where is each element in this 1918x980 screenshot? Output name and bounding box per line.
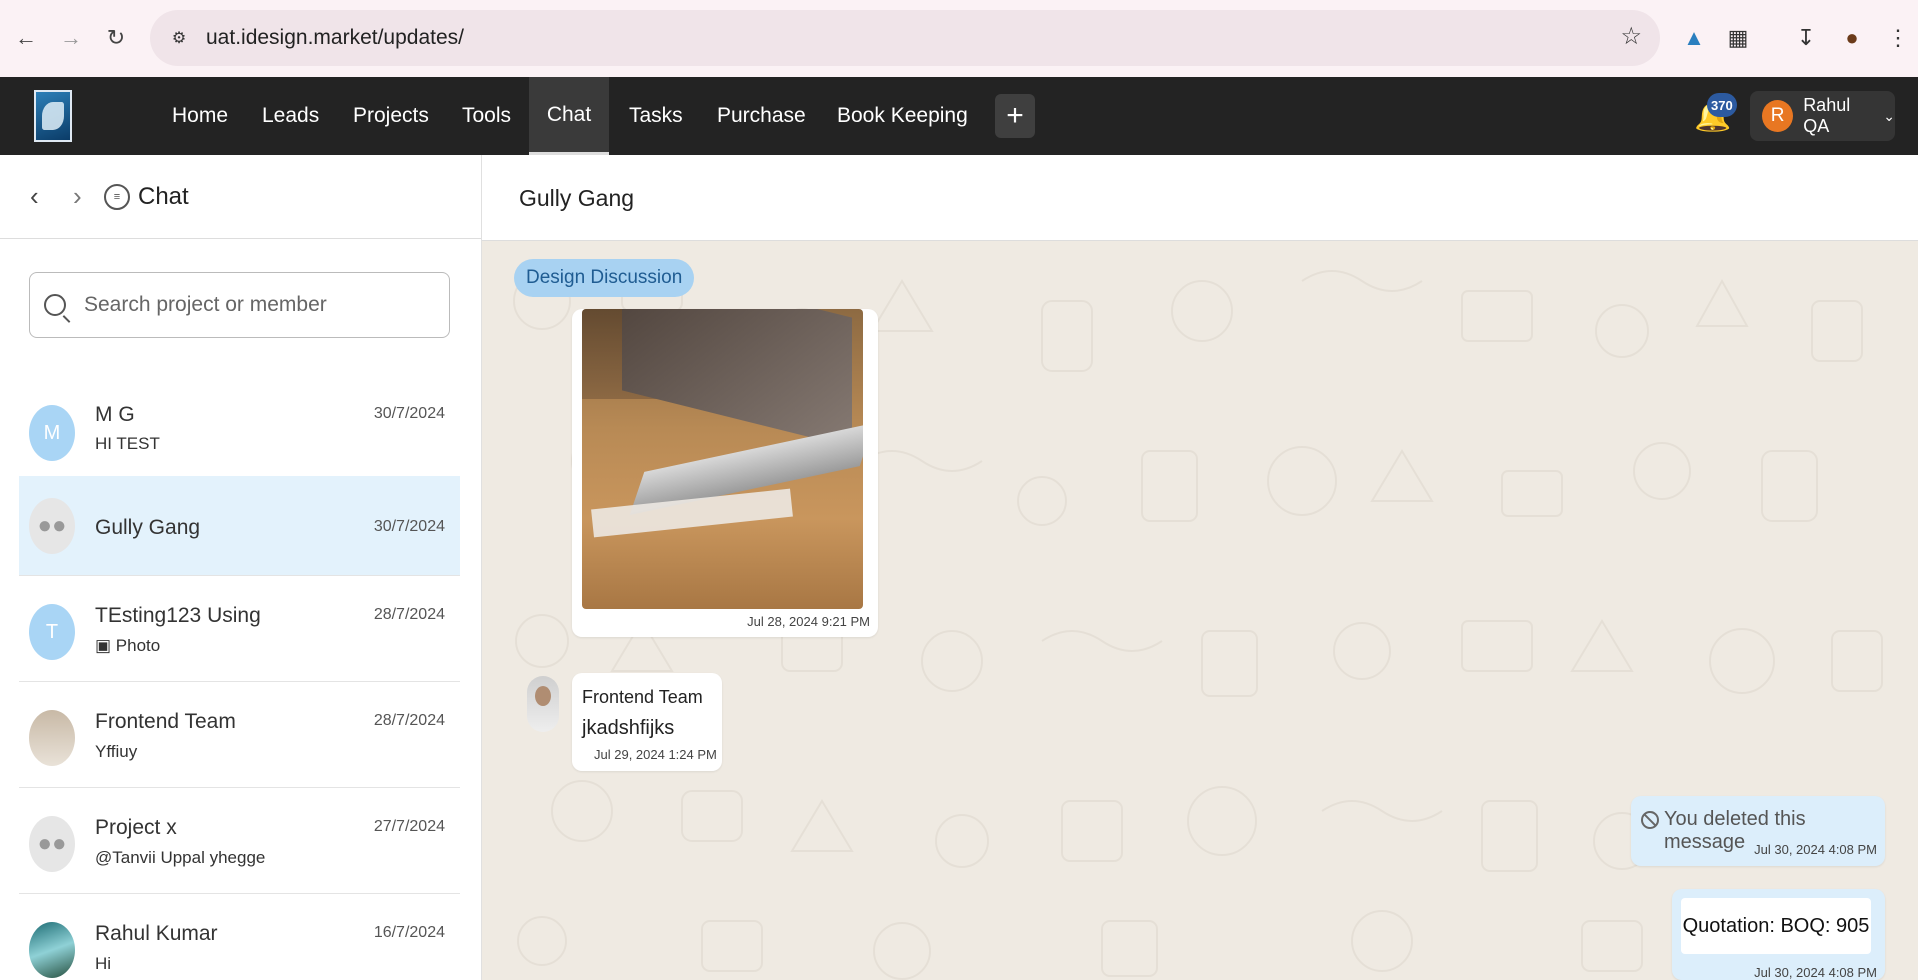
camera-icon: ▣	[95, 636, 116, 655]
nav-tasks[interactable]: Tasks	[619, 77, 693, 155]
sidebar-title: Chat	[138, 183, 189, 210]
user-menu-button[interactable]: R Rahul QA ⌄	[1750, 91, 1895, 141]
deleted-message[interactable]: You deleted this message Jul 30, 2024 4:…	[1631, 796, 1885, 866]
message-text: jkadshfijks	[582, 717, 675, 739]
bookmark-star-icon[interactable]: ☆	[1620, 22, 1642, 51]
app-logo[interactable]	[34, 90, 72, 142]
url-text[interactable]: uat.idesign.market/updates/	[206, 26, 464, 50]
message-timestamp: Jul 28, 2024 9:21 PM	[747, 614, 870, 629]
search-box[interactable]	[29, 272, 450, 338]
conversation-name: TEsting123 Using	[95, 604, 261, 627]
extensions-puzzle-icon[interactable]: ▦	[1720, 20, 1756, 56]
conversation-item-active[interactable]: ●● Gully Gang 30/7/2024	[19, 476, 460, 576]
forward-icon[interactable]: →	[53, 20, 89, 56]
nav-purchase[interactable]: Purchase	[707, 77, 816, 155]
conversation-avatar-photo	[29, 922, 75, 978]
conversation-item[interactable]: Frontend Team Yffiuy 28/7/2024	[19, 682, 460, 788]
conversation-preview: HI TEST	[95, 434, 160, 453]
quotation-card[interactable]: Quotation: BOQ: 905	[1681, 898, 1871, 954]
conversation-date: 28/7/2024	[373, 606, 445, 623]
chevron-right-icon[interactable]: ›	[73, 181, 82, 212]
sender-avatar[interactable]	[527, 676, 559, 732]
chat-pane: Gully Gang Design Discussion Jul 28, 202…	[482, 155, 1918, 980]
nav-chat[interactable]: Chat	[529, 77, 609, 155]
chevron-left-icon[interactable]: ‹	[30, 181, 39, 212]
image-message[interactable]: Jul 28, 2024 9:21 PM	[572, 309, 878, 637]
address-bar[interactable]: ⚙ uat.idesign.market/updates/ ☆	[150, 10, 1660, 66]
reload-icon[interactable]: ↻	[98, 20, 134, 56]
blocked-icon	[1641, 811, 1659, 829]
back-icon[interactable]: ←	[8, 20, 44, 56]
conversation-avatar: M	[29, 405, 75, 461]
extension-icon[interactable]: ▲	[1676, 20, 1712, 56]
browser-menu-icon[interactable]: ⋮	[1880, 20, 1916, 56]
nav-home[interactable]: Home	[162, 77, 238, 155]
profile-icon[interactable]: ●	[1834, 20, 1870, 56]
sidebar-header: ‹ › ≡ Chat	[0, 155, 481, 239]
conversation-date: 30/7/2024	[373, 405, 445, 422]
conversation-name: Rahul Kumar	[95, 922, 218, 945]
conversation-preview-text: Photo	[115, 636, 161, 655]
conversation-name: M G	[95, 403, 135, 426]
search-icon	[44, 294, 66, 316]
nav-book-keeping[interactable]: Book Keeping	[827, 77, 978, 155]
chat-bubble-icon: ≡	[104, 184, 130, 210]
user-name: Rahul QA	[1803, 95, 1851, 136]
message-timestamp: Jul 29, 2024 1:24 PM	[594, 747, 717, 762]
nav-projects[interactable]: Projects	[343, 77, 439, 155]
conversation-item[interactable]: ●● Project x @Tanvii Uppal yhegge 27/7/2…	[19, 788, 460, 894]
conversation-date: 27/7/2024	[373, 818, 445, 835]
chevron-down-icon: ⌄	[1883, 107, 1895, 124]
conversation-name: Gully Gang	[95, 516, 201, 539]
conversation-date: 30/7/2024	[373, 518, 445, 535]
conversation-avatar-photo	[29, 710, 75, 766]
message-sender: Frontend Team	[582, 687, 703, 707]
group-icon: ●●	[29, 498, 75, 554]
add-button[interactable]: +	[995, 94, 1035, 138]
conversation-item[interactable]: M M G HI TEST 30/7/2024	[19, 377, 460, 481]
app-navbar: Home Leads Projects Tools Chat Tasks Pur…	[0, 77, 1918, 155]
message-image[interactable]	[582, 309, 863, 609]
message-timestamp: Jul 30, 2024 4:08 PM	[1754, 965, 1877, 980]
chat-title: Gully Gang	[519, 185, 635, 211]
nav-leads[interactable]: Leads	[252, 77, 329, 155]
message-timestamp: Jul 30, 2024 4:08 PM	[1754, 842, 1877, 857]
group-icon: ●●	[29, 816, 75, 872]
conversation-date: 28/7/2024	[373, 712, 445, 729]
chat-sidebar: ‹ › ≡ Chat M M G HI TEST 30/7/2024 ●● Gu…	[0, 155, 482, 980]
notification-badge: 370	[1707, 93, 1737, 117]
text-message[interactable]: Frontend Team jkadshfijks Jul 29, 2024 1…	[572, 673, 722, 771]
quotation-message[interactable]: Quotation: BOQ: 905 Jul 30, 2024 4:08 PM	[1672, 889, 1885, 980]
conversation-name: Project x	[95, 816, 177, 839]
conversation-date: 16/7/2024	[373, 924, 445, 941]
conversation-preview: @Tanvii Uppal yhegge	[95, 848, 266, 867]
conversation-avatar: T	[29, 604, 75, 660]
browser-toolbar: ← → ↻ ⚙ uat.idesign.market/updates/ ☆ ▲ …	[0, 0, 1918, 77]
conversation-preview: Hi	[95, 954, 112, 973]
conversation-preview: ▣ Photo	[95, 636, 160, 656]
chat-header: Gully Gang	[482, 155, 1918, 241]
conversation-item[interactable]: T TEsting123 Using ▣ Photo 28/7/2024	[19, 576, 460, 682]
conversation-item[interactable]: Rahul Kumar Hi 16/7/2024	[19, 894, 460, 980]
nav-tools[interactable]: Tools	[452, 77, 521, 155]
download-icon[interactable]: ↧	[1788, 20, 1824, 56]
search-input[interactable]	[84, 293, 424, 317]
site-info-icon[interactable]: ⚙	[164, 23, 194, 53]
conversation-preview: Yffiuy	[95, 742, 138, 761]
user-avatar: R	[1762, 100, 1794, 132]
conversation-name: Frontend Team	[95, 710, 236, 733]
topic-tag[interactable]: Design Discussion	[514, 259, 695, 297]
